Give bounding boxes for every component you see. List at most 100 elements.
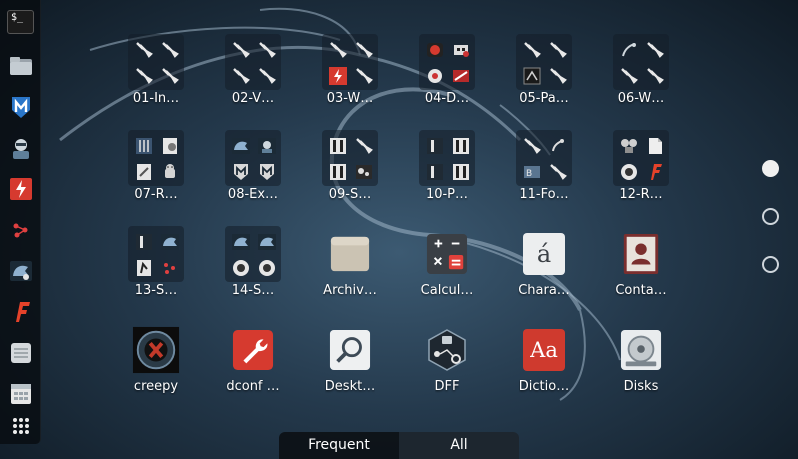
dock-leafpad[interactable] — [5, 337, 36, 368]
app-folder-05[interactable]: 05-Pa… — [496, 30, 592, 120]
msf-payload-icon — [260, 164, 274, 180]
tool-wrench-icon — [356, 138, 373, 154]
set-icon — [137, 260, 151, 276]
dock-armitage[interactable] — [5, 132, 36, 163]
app-dff[interactable]: DFF — [399, 318, 495, 408]
show-applications-button[interactable] — [5, 410, 36, 441]
app-contacts[interactable]: Conta… — [593, 222, 689, 312]
tool-wrench-icon — [647, 68, 664, 84]
app-label: 12-R… — [619, 187, 663, 202]
jsql-icon — [453, 70, 469, 82]
faraday-small-icon — [651, 164, 662, 180]
wireshark-icon — [330, 138, 346, 154]
dock-terminal[interactable]: $_ — [5, 6, 36, 37]
app-folder-10[interactable]: 10-P… — [399, 126, 495, 216]
app-dictionary[interactable]: Aa Dictio… — [496, 318, 592, 408]
fern-wifi-icon — [622, 43, 636, 57]
folder-preview — [225, 226, 281, 282]
app-folder-11[interactable]: B 11-Fo… — [496, 126, 592, 216]
app-folder-07[interactable]: 07-R… — [108, 126, 204, 216]
folder-icon — [9, 56, 32, 75]
app-label: 06-W… — [617, 91, 665, 106]
folder-preview — [128, 130, 184, 186]
app-folder-08[interactable]: 08-Ex… — [205, 126, 301, 216]
robot-icon — [454, 45, 469, 57]
app-desktop-search[interactable]: Deskt… — [302, 318, 398, 408]
beef-icon — [232, 138, 250, 154]
dock-faraday[interactable] — [5, 296, 36, 327]
app-label: DFF — [434, 379, 460, 394]
terminal-icon: $_ — [7, 9, 34, 34]
dock-burpsuite[interactable] — [5, 173, 36, 204]
app-label: Dictio… — [518, 379, 570, 394]
tool-wrench-icon — [550, 42, 567, 58]
page-indicator-3[interactable] — [762, 256, 779, 273]
page-indicator-2[interactable] — [762, 208, 779, 225]
creepy-icon — [132, 326, 180, 374]
app-archive-manager[interactable]: Archiv… — [302, 222, 398, 312]
svg-text:B: B — [526, 169, 532, 179]
dock-beef[interactable] — [5, 255, 36, 286]
app-folder-02[interactable]: 02-V… — [205, 30, 301, 120]
app-label: 04-D… — [424, 91, 470, 106]
system-service-icon — [232, 234, 250, 250]
app-label: 09-S… — [328, 187, 372, 202]
app-label: Calcul… — [420, 283, 474, 298]
tool-wrench-icon — [524, 138, 541, 154]
dock-metasploit[interactable] — [5, 91, 36, 122]
app-disks[interactable]: Disks — [593, 318, 689, 408]
tool-wrench-icon — [647, 42, 664, 58]
app-folder-14[interactable]: 14-S… — [205, 222, 301, 312]
dash-dock: $_ — [0, 0, 41, 444]
app-label: 02-V… — [231, 91, 275, 106]
tool-wrench-icon — [550, 68, 567, 84]
burpsuite-icon — [329, 67, 347, 85]
autopsy-icon — [552, 139, 564, 152]
app-folder-09[interactable]: 09-S… — [302, 126, 398, 216]
folder-preview — [225, 34, 281, 90]
app-folder-01[interactable]: 01-In… — [108, 30, 204, 120]
folder-preview — [613, 130, 669, 186]
tool-wrench-icon — [356, 42, 373, 58]
all-tab[interactable]: All — [399, 432, 519, 459]
app-label: 10-P… — [425, 187, 469, 202]
tool-wrench-icon — [550, 164, 567, 180]
faraday-icon — [15, 301, 30, 322]
app-grid-icon — [12, 417, 29, 434]
beef-icon — [9, 260, 32, 281]
johnny-icon — [523, 67, 541, 85]
archive-icon — [330, 236, 370, 272]
ettercap-icon — [330, 164, 346, 180]
service-toggle-icon — [233, 260, 249, 276]
app-folder-13[interactable]: 13-S… — [108, 222, 204, 312]
frequent-tab[interactable]: Frequent — [279, 432, 399, 459]
app-label: Conta… — [615, 283, 667, 298]
tool-wrench-icon — [356, 68, 373, 84]
dock-keepnote[interactable] — [5, 378, 36, 409]
beef-small-icon — [161, 234, 179, 250]
app-label: Disks — [623, 379, 659, 394]
dock-files[interactable] — [5, 50, 36, 81]
page-indicator-1[interactable] — [762, 160, 779, 177]
app-folder-06[interactable]: 06-W… — [593, 30, 689, 120]
weevely-icon — [427, 138, 443, 154]
app-characters[interactable]: á Chara… — [496, 222, 592, 312]
notes-icon — [10, 383, 31, 404]
folder-preview — [322, 34, 378, 90]
ollydbg-icon — [163, 138, 177, 154]
dock-maltego[interactable] — [5, 214, 36, 245]
app-folder-04[interactable]: 04-D… — [399, 30, 495, 120]
app-folder-12[interactable]: 12-R… — [593, 126, 689, 216]
dff-icon — [428, 329, 466, 371]
app-dconf-editor[interactable]: dconf … — [205, 318, 301, 408]
armitage-small-icon — [258, 138, 276, 154]
app-folder-03[interactable]: 03-W… — [302, 30, 398, 120]
text-editor-icon — [10, 342, 31, 363]
app-creepy[interactable]: creepy — [108, 318, 204, 408]
app-label: 14-S… — [231, 283, 275, 298]
social-engineering-icon — [136, 234, 152, 250]
folder-preview — [128, 34, 184, 90]
system-service-icon — [258, 234, 276, 250]
tool-wrench-icon — [162, 68, 179, 84]
app-calculator[interactable]: Calcul… — [399, 222, 495, 312]
